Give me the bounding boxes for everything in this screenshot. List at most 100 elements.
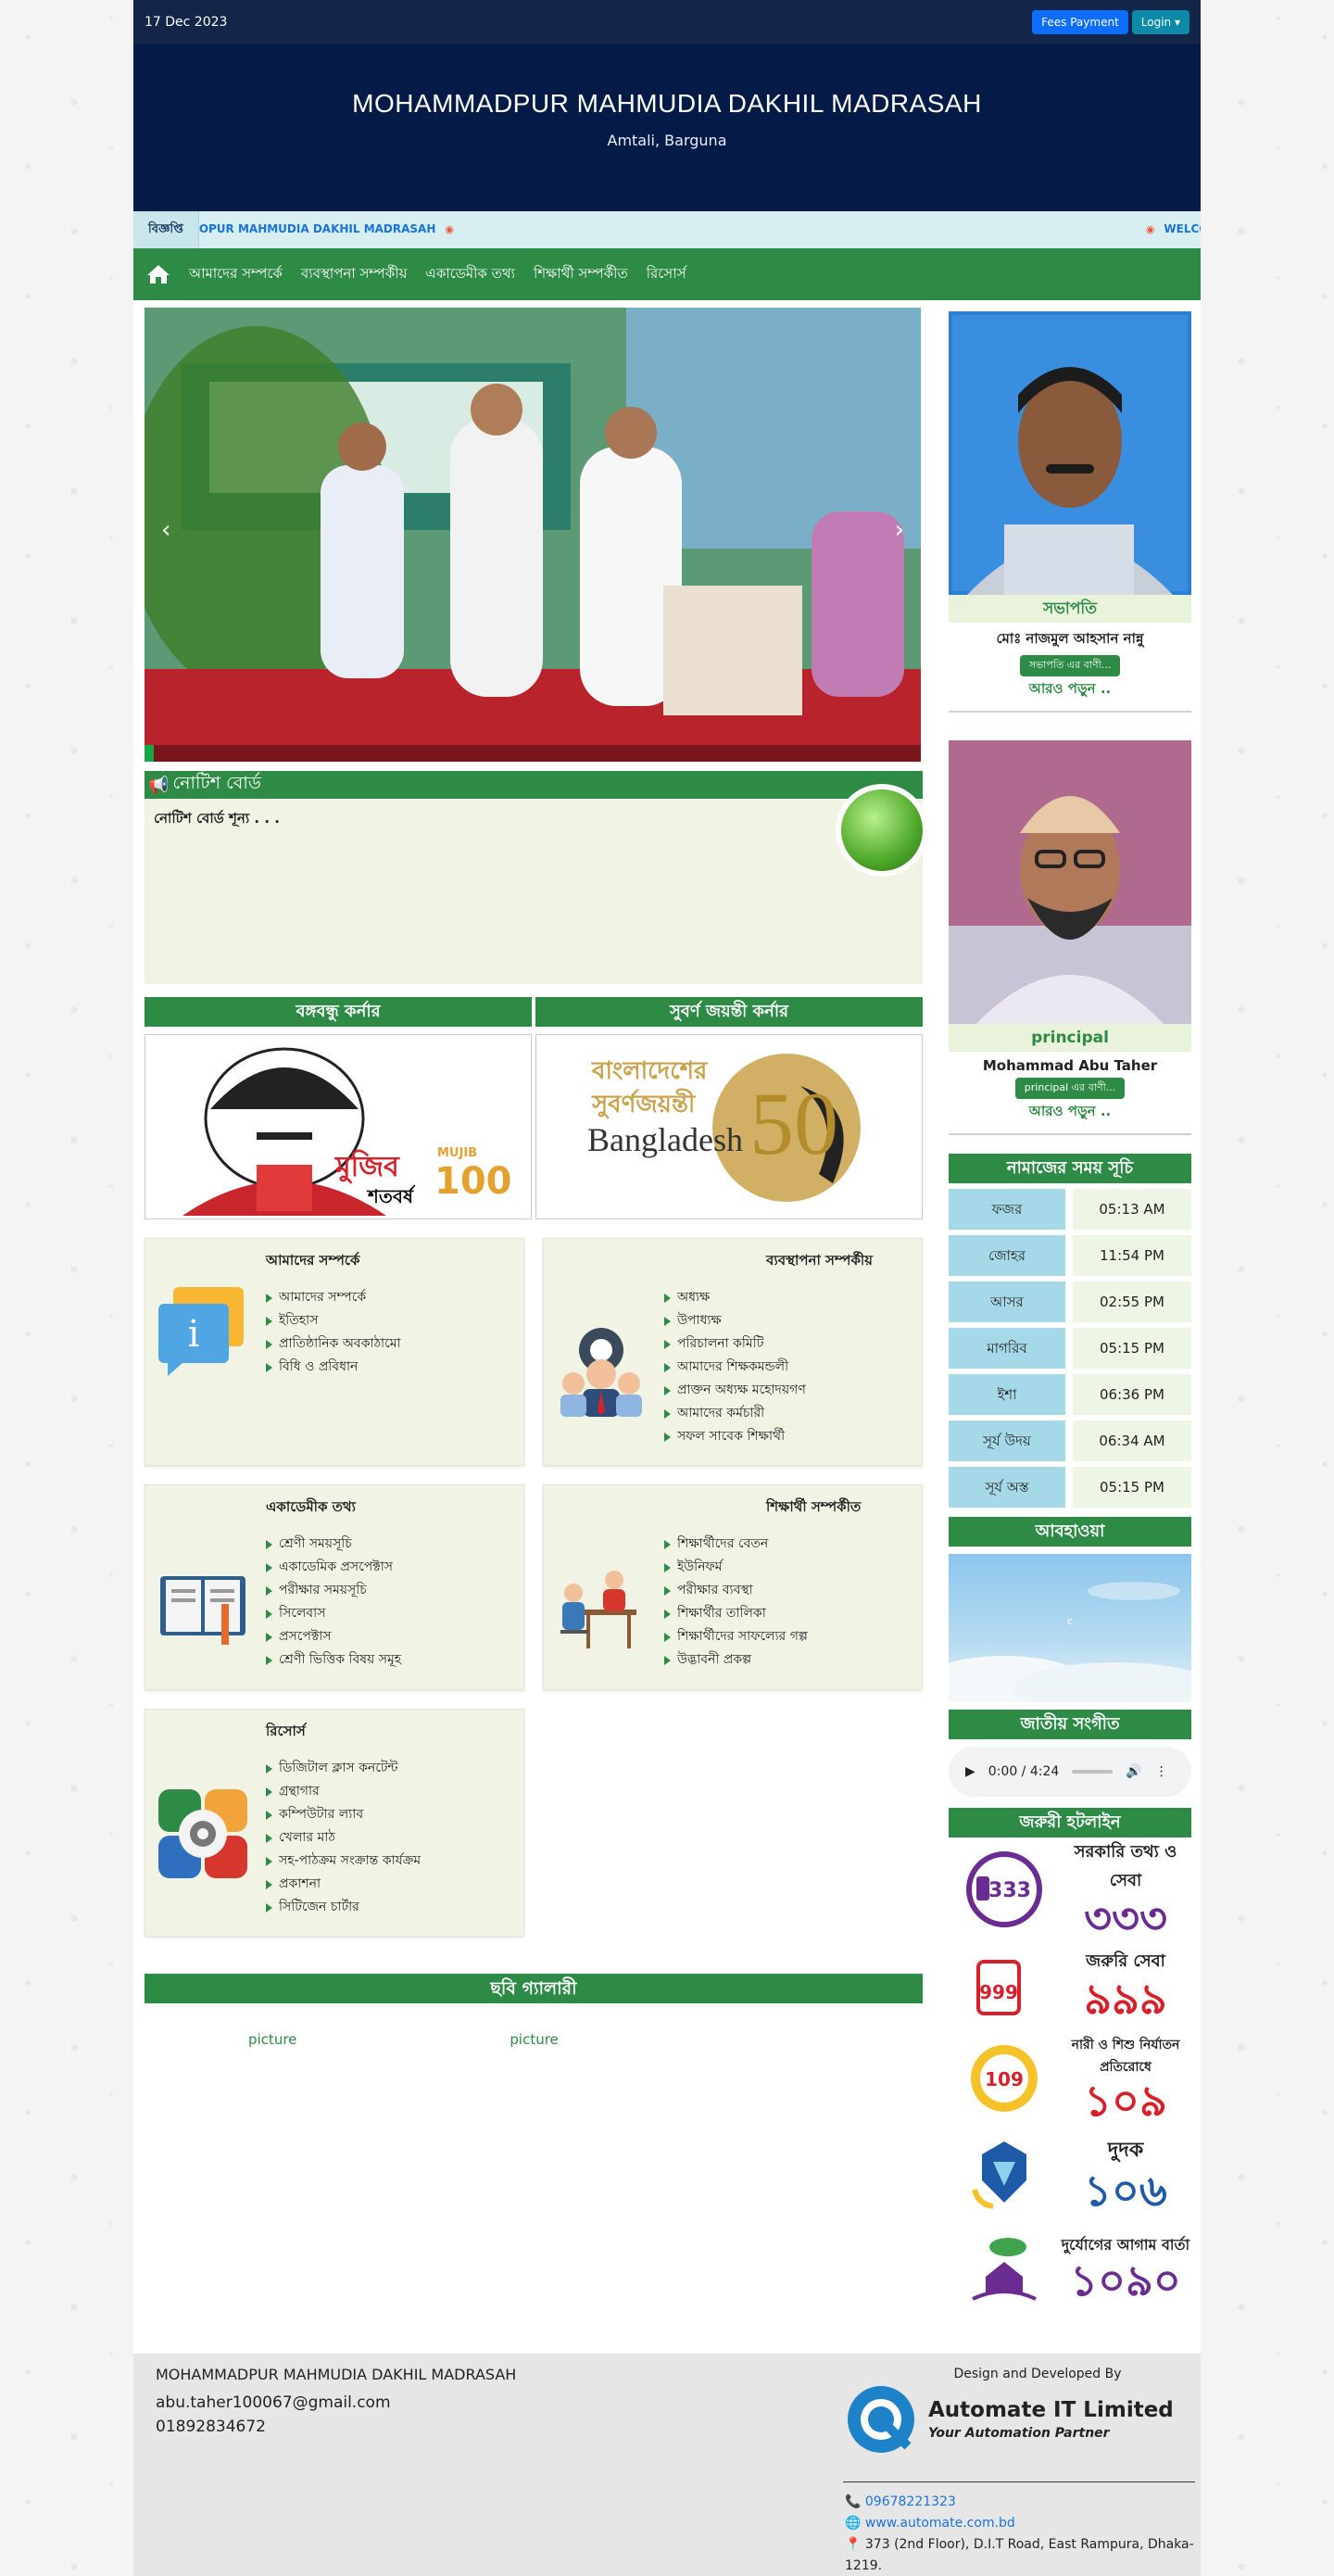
card-link[interactable]: উদ্ভাবনী প্রকল্প bbox=[664, 1648, 912, 1672]
card-about: i আমাদের সম্পর্কে আমাদের সম্পর্কে ইতিহাস… bbox=[145, 1238, 524, 1466]
card-link[interactable]: খেলার মাঠ bbox=[266, 1826, 514, 1850]
fees-payment-button[interactable]: Fees Payment bbox=[1032, 10, 1128, 34]
card-link[interactable]: আমাদের শিক্ষকমন্ডলী bbox=[664, 1356, 912, 1379]
gallery-image[interactable]: picture bbox=[510, 2031, 558, 2048]
prayer-time: 05:15 PM bbox=[1073, 1328, 1191, 1369]
svg-text:999: 999 bbox=[979, 1981, 1018, 2003]
chairman-role: সভাপতি bbox=[949, 595, 1191, 623]
card-link[interactable]: শ্রেণী ভিত্তিক বিষয় সমূহ bbox=[266, 1648, 514, 1672]
chairman-photo bbox=[949, 311, 1191, 595]
hotline-333[interactable]: 333 সরকারি তথ্য ও সেবা ৩৩৩ bbox=[949, 1842, 1191, 1940]
audio-seek-bar[interactable] bbox=[1072, 1770, 1114, 1774]
hotline-list: 333 সরকারি তথ্য ও সেবা ৩৩৩ 999 জরুরি সেবা… bbox=[949, 1842, 1191, 2312]
card-link[interactable]: পরিচালনা কমিটি bbox=[664, 1332, 912, 1356]
hotline-106-logo bbox=[972, 2141, 1026, 2209]
info-chat-icon: i bbox=[158, 1287, 244, 1376]
anthem-audio-player[interactable]: ▶ 0:00 / 4:24 🔊 ⋮ bbox=[949, 1747, 1191, 1797]
notice-ticker: বিজ্ঞপ্তি OPUR MAHMUDIA DAKHIL MADRASAH ◉… bbox=[133, 211, 1201, 248]
principal-role: principal bbox=[949, 1024, 1191, 1052]
prayer-time: 05:15 PM bbox=[1073, 1467, 1191, 1508]
card-title: একাডেমীক তথ্য bbox=[266, 1498, 356, 1515]
hotline-label: দুদক bbox=[1107, 2138, 1144, 2162]
card-link[interactable]: শিক্ষার্থীদের বেতন bbox=[664, 1533, 912, 1556]
nav-item-academic[interactable]: একাডেমীক তথ্য bbox=[425, 263, 515, 286]
chairman-read-more[interactable]: আরও পড়ুন .. bbox=[949, 678, 1191, 701]
card-link[interactable]: অধ্যক্ষ bbox=[664, 1286, 912, 1309]
chairman-profile: সভাপতি মোঃ নাজমুল আহসান নান্নু সভাপতি এর… bbox=[949, 311, 1191, 713]
globe-web-icon: 🌐 bbox=[845, 2516, 862, 2531]
prayer-time: 02:55 PM bbox=[1073, 1282, 1191, 1322]
card-link[interactable]: ইউনিফর্ম bbox=[664, 1556, 912, 1579]
nav-item-management[interactable]: ব্যবস্থাপনা সম্পর্কীয় bbox=[301, 263, 408, 286]
slider-prev-icon[interactable]: ‹ bbox=[161, 516, 170, 544]
prayer-times-title: নামাজের সময় সূচি bbox=[949, 1154, 1191, 1183]
card-link[interactable]: সফল সাবেক শিক্ষার্থী bbox=[664, 1425, 912, 1448]
mujib-num: 100 bbox=[434, 1160, 512, 1203]
hotline-106[interactable]: দুদক ১০৬ bbox=[949, 2128, 1191, 2217]
card-link[interactable]: গ্রন্থাগার bbox=[266, 1780, 514, 1803]
ticker-text[interactable]: OPUR MAHMUDIA DAKHIL MADRASAH ◉ bbox=[199, 222, 463, 235]
hotline-title: জরুরী হটলাইন bbox=[949, 1808, 1191, 1837]
footer-phone: 01892834672 bbox=[156, 2418, 266, 2436]
card-link[interactable]: কম্পিউটার ল্যাব bbox=[266, 1803, 514, 1826]
bangladesh-50-banner[interactable]: বাংলাদেশের সুবর্ণজয়ন্তী Bangladesh 50 bbox=[535, 1034, 923, 1219]
card-link[interactable]: পরীক্ষার সময়সূচি bbox=[266, 1579, 514, 1602]
card-link[interactable]: শিক্ষার্থীর তালিকা bbox=[664, 1602, 912, 1625]
phone-icon: 📞 bbox=[845, 2494, 862, 2509]
card-link[interactable]: সহ-পাঠক্রম সংক্রান্ত কার্যক্রম bbox=[266, 1850, 514, 1873]
card-link[interactable]: আমাদের কর্মচারী bbox=[664, 1402, 912, 1425]
book-icon bbox=[160, 1576, 245, 1645]
prayer-name: ইশা bbox=[949, 1374, 1065, 1415]
corners-section: বঙ্গবন্ধু কর্নার মুজিব শতবর্ষ MUJIB 100 bbox=[145, 997, 923, 1219]
principal-read-more[interactable]: আরও পড়ুন .. bbox=[949, 1101, 1191, 1124]
card-link[interactable]: সিটিজেন চার্টার bbox=[266, 1896, 514, 1919]
slider-photo bbox=[145, 308, 921, 762]
image-slider[interactable]: ‹ › bbox=[145, 308, 921, 762]
developer-website-link[interactable]: www.automate.com.bd bbox=[865, 2516, 1015, 2531]
hotline-109[interactable]: 109 নারী ও শিশু নির্যাতন প্রতিরোধে ১০৯ bbox=[949, 2034, 1191, 2123]
card-link[interactable]: বিধি ও প্রবিধান bbox=[266, 1356, 514, 1379]
volume-icon[interactable]: 🔊 bbox=[1126, 1764, 1141, 1779]
hotline-1090[interactable]: দুর্যোগের আগাম বার্তা ১০৯০ bbox=[949, 2223, 1191, 2312]
mujib-100-banner[interactable]: মুজিব শতবর্ষ MUJIB 100 bbox=[145, 1034, 532, 1219]
card-link[interactable]: প্রকাশনা bbox=[266, 1873, 514, 1896]
hotline-label: দুর্যোগের আগাম বার্তা bbox=[1061, 2235, 1190, 2254]
hotline-number: ১০৬ bbox=[1084, 2165, 1167, 2216]
card-link[interactable]: প্রাক্তন অধ্যক্ষ মহোদয়গণ bbox=[664, 1379, 912, 1402]
ticker-text[interactable]: ◉WELCOME TO bbox=[1137, 222, 1201, 235]
card-resources: রিসোর্স ডিজিটাল ক্লাস কনটেন্ট গ্রন্থাগার… bbox=[145, 1709, 524, 1937]
card-link[interactable]: শিক্ষার্থীদের সাফল্যের গল্প bbox=[664, 1625, 912, 1648]
automate-logo-icon[interactable] bbox=[843, 2381, 919, 2457]
slider-next-icon[interactable]: › bbox=[895, 516, 904, 544]
hotline-999[interactable]: 999 জরুরি সেবা ৯৯৯ bbox=[949, 1939, 1191, 2028]
hotline-label: সরকারি তথ্য ও সেবা bbox=[1074, 1842, 1177, 1890]
hotline-333-logo: 333 bbox=[966, 1851, 1042, 1927]
card-link[interactable]: ডিজিটাল ক্লাস কনটেন্ট bbox=[266, 1757, 514, 1780]
card-link[interactable]: শ্রেণী সময়সূচি bbox=[266, 1533, 514, 1556]
play-icon[interactable]: ▶ bbox=[965, 1764, 975, 1779]
card-link[interactable]: ইতিহাস bbox=[266, 1309, 514, 1332]
card-link[interactable]: সিলেবাস bbox=[266, 1602, 514, 1625]
students-desk-icon bbox=[560, 1571, 636, 1648]
card-link[interactable]: উপাধ্যক্ষ bbox=[664, 1309, 912, 1332]
developer-phone-link[interactable]: 09678221323 bbox=[865, 2494, 956, 2509]
nav-item-students[interactable]: শিক্ষার্থী সম্পর্কীত bbox=[534, 263, 628, 286]
page-container: 17 Dec 2023 Fees Payment Login ▾ MOHAMMA… bbox=[133, 0, 1201, 2576]
home-icon[interactable] bbox=[146, 263, 170, 285]
card-link[interactable]: আমাদের সম্পর্কে bbox=[266, 1286, 514, 1309]
nav-item-about[interactable]: আমাদের সম্পর্কে bbox=[189, 263, 283, 286]
chairman-message-button[interactable]: সভাপতি এর বাণী... bbox=[1019, 655, 1121, 676]
login-dropdown-button[interactable]: Login ▾ bbox=[1131, 10, 1189, 34]
card-link[interactable]: প্রসপেক্টাস bbox=[266, 1625, 514, 1648]
ticker-label: বিজ্ঞপ্তি bbox=[133, 211, 199, 248]
card-management: ব্যবস্থাপনা সম্পর্কীয় অধ্যক্ষ উপাধ্যক্ষ… bbox=[543, 1238, 923, 1466]
nav-item-resources[interactable]: রিসোর্স bbox=[647, 263, 686, 286]
gallery-image[interactable]: picture bbox=[248, 2031, 296, 2048]
more-options-icon[interactable]: ⋮ bbox=[1155, 1764, 1168, 1779]
card-link[interactable]: পরীক্ষার ব্যবস্থা bbox=[664, 1579, 912, 1602]
card-link[interactable]: একাডেমিক প্রসপেক্টাস bbox=[266, 1556, 514, 1579]
developer-name[interactable]: Automate IT Limited bbox=[928, 2398, 1174, 2422]
principal-message-button[interactable]: principal এর বাণী... bbox=[1014, 1078, 1126, 1099]
prayer-name: সূর্য অস্ত bbox=[949, 1467, 1065, 1508]
card-link[interactable]: প্রাতিষ্ঠানিক অবকাঠামো bbox=[266, 1332, 514, 1356]
